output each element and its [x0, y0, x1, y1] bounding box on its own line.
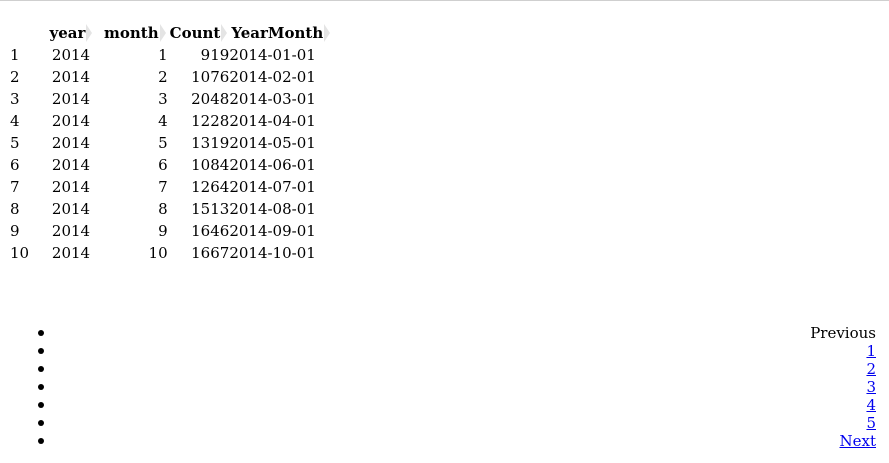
pagination-page-2-link[interactable]: 2: [866, 360, 876, 378]
pagination-item: Next: [38, 432, 876, 450]
cell-count: 1228: [191, 112, 230, 130]
column-header-label: Count: [169, 24, 221, 42]
table-row: 2 2014 2 1076 2014-02-01: [10, 66, 332, 88]
sort-icon: [324, 24, 331, 42]
cell-yearmonth: 2014-08-01: [229, 200, 316, 218]
cell-count: 1667: [191, 244, 230, 262]
row-index: 8: [10, 200, 20, 218]
cell-yearmonth: 2014-09-01: [229, 222, 316, 240]
cell-month: 3: [158, 90, 168, 108]
table-row: 3 2014 3 2048 2014-03-01: [10, 88, 332, 110]
cell-month: 1: [158, 46, 168, 64]
table-header-row: year month Count YearMonth: [10, 22, 332, 44]
cell-yearmonth: 2014-04-01: [229, 112, 316, 130]
pagination: Previous 1 2 3 4 5 Next: [38, 324, 876, 450]
column-header-label: YearMonth: [231, 24, 324, 42]
table-row: 7 2014 7 1264 2014-07-01: [10, 176, 332, 198]
cell-count: 1084: [191, 156, 230, 174]
column-header-index: [10, 22, 40, 44]
cell-yearmonth: 2014-01-01: [229, 46, 316, 64]
cell-count: 2048: [191, 90, 230, 108]
cell-month: 9: [158, 222, 168, 240]
cell-year: 2014: [51, 178, 91, 196]
cell-month: 10: [148, 244, 168, 262]
pagination-item: 1: [38, 342, 876, 360]
cell-yearmonth: 2014-03-01: [229, 90, 316, 108]
row-index: 7: [10, 178, 20, 196]
cell-year: 2014: [51, 68, 91, 86]
list-bullet: [38, 384, 44, 390]
sort-icon: [159, 24, 166, 42]
cell-month: 2: [158, 68, 168, 86]
table-row: 4 2014 4 1228 2014-04-01: [10, 110, 332, 132]
cell-year: 2014: [51, 112, 91, 130]
sort-icon: [221, 24, 228, 42]
pagination-next-link[interactable]: Next: [840, 432, 877, 450]
list-bullet: [38, 402, 44, 408]
row-index: 4: [10, 112, 20, 130]
cell-year: 2014: [51, 90, 91, 108]
pagination-page-1-link[interactable]: 1: [866, 342, 876, 360]
data-table: year month Count YearMonth 1 2014 1 919 …: [10, 22, 332, 264]
row-index: 1: [10, 46, 20, 64]
cell-count: 1319: [191, 134, 230, 152]
cell-yearmonth: 2014-05-01: [229, 134, 316, 152]
pagination-page-4-link[interactable]: 4: [866, 396, 876, 414]
row-index: 9: [10, 222, 20, 240]
list-bullet: [38, 420, 44, 426]
column-header-yearmonth[interactable]: YearMonth: [229, 22, 332, 44]
cell-yearmonth: 2014-06-01: [229, 156, 316, 174]
pagination-item: 3: [38, 378, 876, 396]
pagination-page-5-link[interactable]: 5: [866, 414, 876, 432]
pagination-item: 2: [38, 360, 876, 378]
column-header-year[interactable]: year: [40, 22, 102, 44]
top-divider: [0, 0, 889, 1]
column-header-label: month: [104, 24, 159, 42]
cell-year: 2014: [51, 244, 91, 262]
column-header-count[interactable]: Count: [168, 22, 230, 44]
cell-year: 2014: [51, 46, 91, 64]
table-row: 10 2014 10 1667 2014-10-01: [10, 242, 332, 264]
table-row: 8 2014 8 1513 2014-08-01: [10, 198, 332, 220]
pagination-previous: Previous: [810, 324, 876, 342]
row-index: 10: [10, 244, 30, 262]
table-row: 6 2014 6 1084 2014-06-01: [10, 154, 332, 176]
table-row: 9 2014 9 1646 2014-09-01: [10, 220, 332, 242]
pagination-item: 4: [38, 396, 876, 414]
cell-count: 1646: [191, 222, 230, 240]
cell-count: 1513: [191, 200, 230, 218]
sort-icon: [86, 24, 93, 42]
list-bullet: [38, 366, 44, 372]
cell-month: 8: [158, 200, 168, 218]
cell-yearmonth: 2014-07-01: [229, 178, 316, 196]
column-header-month[interactable]: month: [102, 22, 168, 44]
cell-year: 2014: [51, 200, 91, 218]
row-index: 3: [10, 90, 20, 108]
cell-month: 4: [158, 112, 168, 130]
pagination-page-3-link[interactable]: 3: [866, 378, 876, 396]
row-index: 2: [10, 68, 20, 86]
row-index: 5: [10, 134, 20, 152]
list-bullet: [38, 330, 44, 336]
cell-yearmonth: 2014-02-01: [229, 68, 316, 86]
list-bullet: [38, 438, 44, 444]
cell-year: 2014: [51, 156, 91, 174]
pagination-item: 5: [38, 414, 876, 432]
cell-month: 6: [158, 156, 168, 174]
cell-month: 5: [158, 134, 168, 152]
table-row: 1 2014 1 919 2014-01-01: [10, 44, 332, 66]
pagination-item: Previous: [38, 324, 876, 342]
list-bullet: [38, 348, 44, 354]
cell-yearmonth: 2014-10-01: [229, 244, 316, 262]
cell-year: 2014: [51, 222, 91, 240]
row-index: 6: [10, 156, 20, 174]
column-header-label: year: [49, 24, 86, 42]
cell-count: 919: [200, 46, 230, 64]
cell-month: 7: [158, 178, 168, 196]
cell-year: 2014: [51, 134, 91, 152]
cell-count: 1076: [191, 68, 230, 86]
cell-count: 1264: [191, 178, 230, 196]
table-row: 5 2014 5 1319 2014-05-01: [10, 132, 332, 154]
